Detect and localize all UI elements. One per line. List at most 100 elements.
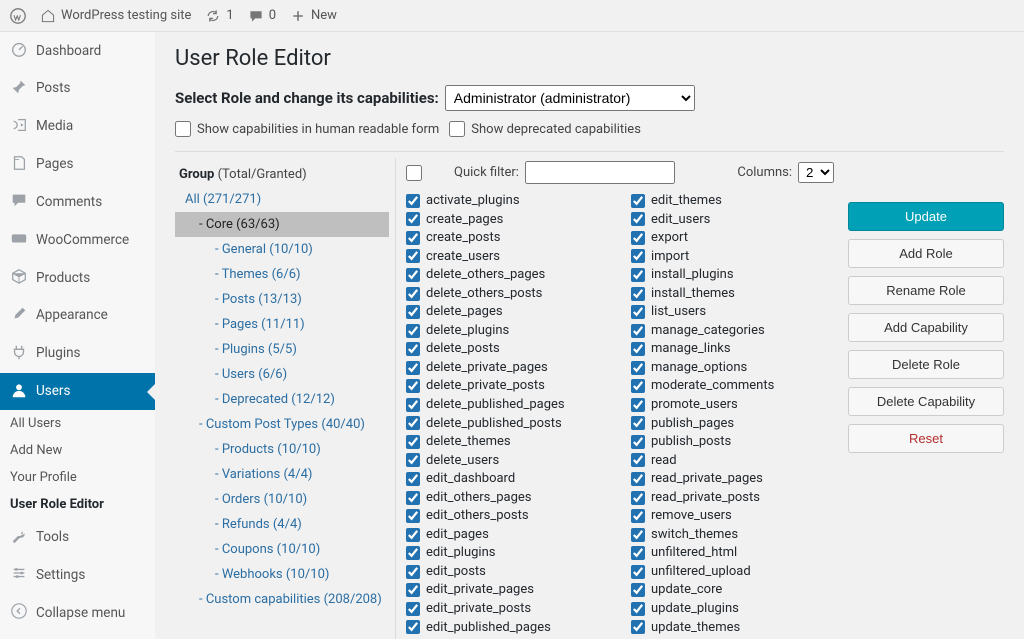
capability-checkbox[interactable] [631,379,645,393]
capability-checkbox[interactable] [406,379,420,393]
sidebar-item-woo[interactable]: WooCommerce [0,221,155,259]
capability-row[interactable]: unfiltered_html [631,544,834,562]
capability-row[interactable]: create_users [406,248,609,266]
capability-checkbox[interactable] [406,509,420,523]
group-node[interactable]: - Orders (10/10) [175,487,389,512]
capability-row[interactable]: edit_plugins [406,544,609,562]
sidebar-item-appearance[interactable]: Appearance [0,297,155,335]
new-link[interactable]: New [290,8,337,24]
capability-row[interactable]: edit_private_pages [406,581,609,599]
group-node[interactable]: - Custom Post Types (40/40) [175,412,389,437]
capability-row[interactable]: edit_dashboard [406,470,609,488]
capability-row[interactable]: export [631,229,834,247]
sidebar-sub-profile[interactable]: Your Profile [0,464,155,491]
capability-row[interactable]: delete_users [406,452,609,470]
capability-row[interactable]: edit_others_posts [406,507,609,525]
delete-role-button[interactable]: Delete Role [848,350,1004,379]
capability-checkbox[interactable] [406,194,420,208]
group-node[interactable]: - Posts (13/13) [175,287,389,312]
capability-row[interactable]: edit_published_pages [406,619,609,637]
capability-row[interactable]: unfiltered_upload [631,563,834,581]
capability-row[interactable]: update_core [631,581,834,599]
sidebar-item-posts[interactable]: Posts [0,70,155,108]
rename-role-button[interactable]: Rename Role [848,276,1004,305]
group-node[interactable]: - Webhooks (10/10) [175,562,389,587]
group-node[interactable]: - Deprecated (12/12) [175,387,389,412]
capability-checkbox[interactable] [631,268,645,282]
capability-checkbox[interactable] [631,194,645,208]
quick-filter-input[interactable] [525,161,675,184]
group-node[interactable]: - Products (10/10) [175,437,389,462]
group-node[interactable]: - Pages (11/11) [175,312,389,337]
capability-row[interactable]: manage_links [631,340,834,358]
sidebar-item-media[interactable]: Media [0,108,155,146]
sidebar-item-users[interactable]: Users [0,373,155,411]
capability-checkbox[interactable] [406,416,420,430]
sidebar-item-dashboard[interactable]: Dashboard [0,32,155,70]
group-node[interactable]: - Refunds (4/4) [175,512,389,537]
add-role-button[interactable]: Add Role [848,239,1004,268]
group-node[interactable]: - General (10/10) [175,237,389,262]
wp-logo[interactable] [10,8,26,24]
group-node[interactable]: - Coupons (10/10) [175,537,389,562]
comments-link[interactable]: 0 [248,8,276,24]
opt-human-readable[interactable]: Show capabilities in human readable form [175,121,439,137]
capability-checkbox[interactable] [631,342,645,356]
capability-row[interactable]: update_themes [631,619,834,637]
capability-checkbox[interactable] [406,491,420,505]
capability-checkbox[interactable] [406,249,420,263]
capability-checkbox[interactable] [631,472,645,486]
capability-checkbox[interactable] [406,305,420,319]
capability-row[interactable]: edit_others_pages [406,489,609,507]
capability-checkbox[interactable] [631,361,645,375]
capability-checkbox[interactable] [406,565,420,579]
capability-checkbox[interactable] [406,472,420,486]
capability-checkbox[interactable] [631,620,645,634]
capability-checkbox[interactable] [406,435,420,449]
role-selector[interactable]: Administrator (administrator) [445,85,695,111]
capability-row[interactable]: remove_users [631,507,834,525]
capability-row[interactable]: delete_pages [406,303,609,321]
update-button[interactable]: Update [848,202,1004,231]
group-node[interactable]: - Users (6/6) [175,362,389,387]
capability-checkbox[interactable] [631,212,645,226]
capability-checkbox[interactable] [406,268,420,282]
site-name[interactable]: WordPress testing site [40,8,191,24]
capability-checkbox[interactable] [406,620,420,634]
capability-checkbox[interactable] [631,491,645,505]
capability-row[interactable]: edit_themes [631,192,834,210]
capability-checkbox[interactable] [631,398,645,412]
capability-row[interactable]: delete_published_pages [406,396,609,414]
capability-row[interactable]: import [631,248,834,266]
capability-checkbox[interactable] [406,342,420,356]
capability-checkbox[interactable] [406,212,420,226]
capability-row[interactable]: publish_pages [631,415,834,433]
capability-checkbox[interactable] [631,249,645,263]
sidebar-sub-all-users[interactable]: All Users [0,410,155,437]
capability-checkbox[interactable] [631,435,645,449]
capability-checkbox[interactable] [406,453,420,467]
capability-checkbox[interactable] [631,565,645,579]
capability-row[interactable]: delete_private_posts [406,377,609,395]
group-node[interactable]: - Themes (6/6) [175,262,389,287]
capability-row[interactable]: delete_themes [406,433,609,451]
delete-capability-button[interactable]: Delete Capability [848,387,1004,416]
sidebar-item-comments[interactable]: Comments [0,183,155,221]
capability-checkbox[interactable] [406,231,420,245]
capability-checkbox[interactable] [631,602,645,616]
capability-checkbox[interactable] [406,546,420,560]
sidebar-item-tools[interactable]: Tools [0,518,155,556]
capability-row[interactable]: switch_themes [631,526,834,544]
capability-checkbox[interactable] [406,324,420,338]
opt-deprecated-checkbox[interactable] [449,121,465,137]
sidebar-item-products[interactable]: Products [0,259,155,297]
sidebar-sub-ure[interactable]: User Role Editor [0,491,155,518]
capability-checkbox[interactable] [406,361,420,375]
opt-deprecated[interactable]: Show deprecated capabilities [449,121,641,137]
capability-checkbox[interactable] [406,583,420,597]
capability-row[interactable]: manage_options [631,359,834,377]
capability-checkbox[interactable] [631,287,645,301]
capability-row[interactable]: edit_private_posts [406,600,609,618]
capability-row[interactable]: install_plugins [631,266,834,284]
group-node[interactable]: - Custom capabilities (208/208) [175,587,389,612]
